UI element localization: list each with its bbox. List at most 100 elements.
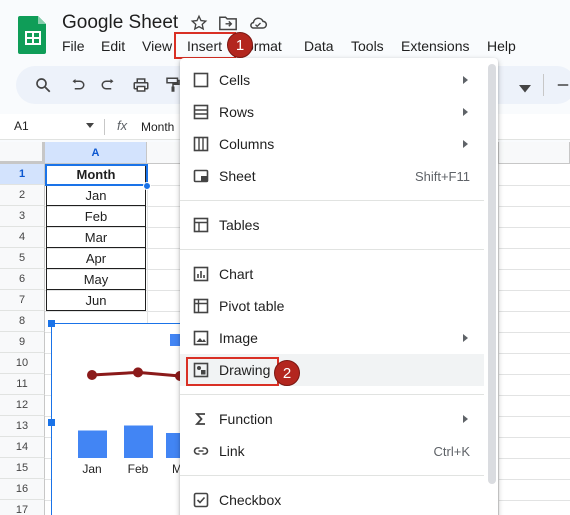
cell-a5[interactable]: Apr [46, 248, 146, 269]
menu-item-label: Function [219, 411, 273, 427]
star-icon[interactable] [190, 14, 208, 32]
menu-item-label: Chart [219, 266, 254, 282]
row-header-17[interactable]: 17 [0, 500, 45, 515]
fx-icon: fx [117, 118, 128, 133]
menu-item-image[interactable]: Image [180, 322, 484, 354]
cell-a6[interactable]: May [46, 269, 146, 290]
menu-item-columns[interactable]: Columns [180, 128, 484, 160]
menu-view[interactable]: View [142, 38, 172, 54]
menu-item-label: Image [219, 330, 258, 346]
chart-x-tick-label: Feb [128, 462, 149, 476]
submenu-arrow-icon [463, 334, 468, 342]
row-header-3[interactable]: 3 [0, 206, 45, 227]
redo-icon[interactable] [100, 76, 118, 94]
chart-bar [124, 425, 153, 458]
menu-item-cells[interactable]: Cells [180, 64, 484, 96]
pivot-table-icon [193, 298, 209, 314]
menu-item-link[interactable]: Link Ctrl+K [180, 435, 484, 467]
menu-item-chart[interactable]: Chart [180, 258, 484, 290]
search-menus-icon[interactable] [34, 76, 52, 94]
move-folder-icon[interactable] [218, 14, 238, 32]
submenu-arrow-icon [463, 108, 468, 116]
menu-item-function[interactable]: Function [180, 403, 484, 435]
row-header-2[interactable]: 2 [0, 185, 45, 206]
cell-a2[interactable]: Jan [46, 185, 146, 206]
row-header-4[interactable]: 4 [0, 227, 45, 248]
gridline [498, 164, 499, 515]
cell-a3[interactable]: Feb [46, 206, 146, 227]
row-header-13[interactable]: 13 [0, 416, 45, 437]
row-header-15[interactable]: 15 [0, 458, 45, 479]
columns-icon [193, 136, 209, 152]
row-header-5[interactable]: 5 [0, 248, 45, 269]
menu-item-rows[interactable]: Rows [180, 96, 484, 128]
row-header-8[interactable]: 8 [0, 311, 45, 332]
menu-item-label: Pivot table [219, 298, 285, 314]
cell-a7[interactable]: Jun [46, 290, 146, 311]
submenu-arrow-icon [463, 415, 468, 423]
chart-bar [78, 430, 107, 458]
select-all-corner[interactable] [0, 142, 45, 164]
cell-a4[interactable]: Mar [46, 227, 146, 248]
embedded-chart[interactable]: Jan Feb M [51, 323, 195, 515]
sheets-logo-icon[interactable] [18, 14, 48, 54]
menu-item-label: Cells [219, 72, 251, 88]
step-badge-1: 1 [227, 32, 253, 58]
menu-edit[interactable]: Edit [101, 38, 125, 54]
menu-extensions[interactable]: Extensions [401, 38, 469, 54]
row-header-12[interactable]: 12 [0, 395, 45, 416]
chart-resize-handle[interactable] [48, 320, 55, 327]
image-icon [193, 330, 209, 346]
sheets-window: Google Sheet File Edit View Insert ormat… [0, 0, 570, 515]
sheet-icon [193, 169, 209, 183]
table-icon [193, 217, 209, 233]
menu-file[interactable]: File [62, 38, 85, 54]
chart-resize-handle[interactable] [48, 419, 55, 426]
row-header-6[interactable]: 6 [0, 269, 45, 290]
row-header-7[interactable]: 7 [0, 290, 45, 311]
shortcut-label: Ctrl+K [433, 444, 470, 459]
row-header-1[interactable]: 1 [0, 164, 45, 185]
name-box-dropdown-icon[interactable] [86, 123, 94, 128]
chart-x-tick-label: Jan [82, 462, 101, 476]
dropdown-caret-icon[interactable] [516, 79, 534, 97]
minus-icon[interactable] [554, 76, 570, 94]
menu-separator [180, 200, 484, 201]
menu-separator [180, 394, 484, 395]
sigma-icon [194, 413, 205, 425]
row-header-14[interactable]: 14 [0, 437, 45, 458]
menu-help[interactable]: Help [487, 38, 516, 54]
row-header-9[interactable]: 9 [0, 332, 45, 353]
undo-icon[interactable] [68, 76, 86, 94]
name-box[interactable]: A1 [14, 119, 29, 133]
row-header-10[interactable]: 10 [0, 353, 45, 374]
fill-handle[interactable] [143, 182, 151, 190]
insert-menu-dropdown: Cells Rows Columns Sheet Shift+F11 Table… [180, 58, 498, 515]
menu-tools[interactable]: Tools [351, 38, 384, 54]
row-header-16[interactable]: 16 [0, 479, 45, 500]
chart-line-point [87, 370, 97, 380]
menu-item-label: Link [219, 443, 245, 459]
row-header-11[interactable]: 11 [0, 374, 45, 395]
rows-icon [193, 104, 209, 120]
shortcut-label: Shift+F11 [414, 169, 470, 184]
formula-input[interactable]: Month [141, 120, 174, 134]
chart-icon [193, 266, 209, 282]
menu-scrollbar[interactable] [488, 64, 496, 484]
menu-item-label: Rows [219, 104, 255, 120]
menu-item-pivot-table[interactable]: Pivot table [180, 290, 484, 322]
menu-item-label: Columns [219, 136, 275, 152]
print-icon[interactable] [132, 76, 150, 94]
toolbar-divider [543, 74, 544, 96]
step-badge-2: 2 [274, 360, 300, 386]
link-icon [193, 447, 209, 455]
menu-item-tables[interactable]: Tables [180, 209, 484, 241]
document-title[interactable]: Google Sheet [62, 12, 178, 34]
column-header-c[interactable] [498, 142, 570, 164]
menu-item-label: Tables [219, 217, 260, 233]
column-header-a[interactable]: A [45, 142, 147, 164]
cloud-saved-icon[interactable] [248, 14, 268, 32]
menu-item-sheet[interactable]: Sheet Shift+F11 [180, 160, 484, 192]
menu-item-checkbox[interactable]: Checkbox [180, 484, 484, 515]
menu-data[interactable]: Data [304, 38, 334, 54]
